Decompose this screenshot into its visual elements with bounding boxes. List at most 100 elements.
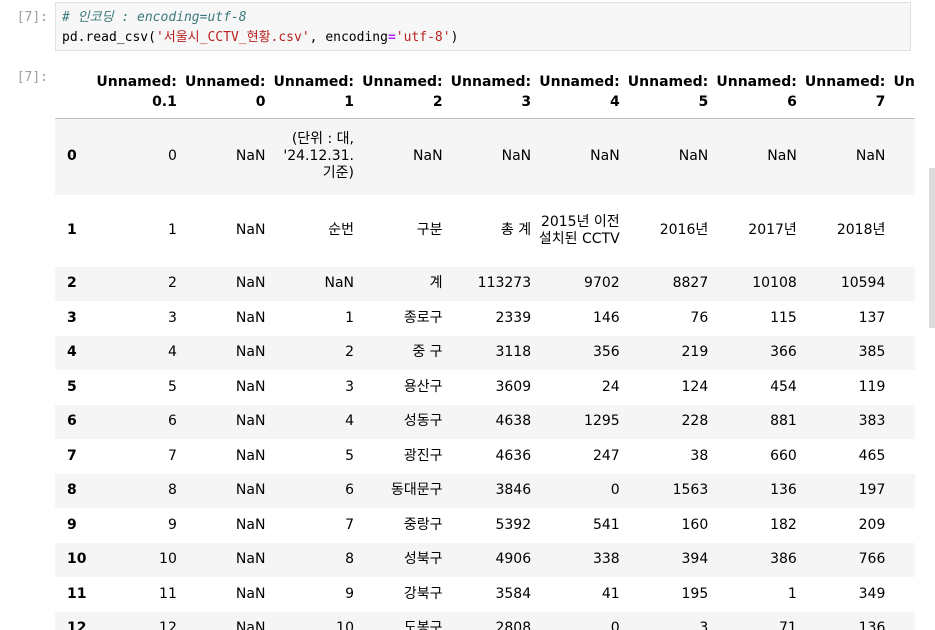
column-header: Unnamed: 1: [271, 58, 360, 119]
column-header-line: 7: [875, 94, 886, 110]
table-cell: NaN: [324, 275, 354, 292]
table-row: 2 2 NaN NaN 계 113273 9702 8827 10108 10594 12523: [55, 266, 915, 301]
table-cell: 3846: [495, 482, 532, 499]
table-cell: 3584: [495, 585, 532, 602]
column-header-line: 3: [521, 94, 532, 110]
table-cell: 9702: [584, 275, 620, 292]
table-cell: 순번: [328, 222, 354, 238]
vertical-scrollbar[interactable]: [929, 168, 935, 328]
code-cell-editor[interactable]: # 인코딩 : encoding=utf-8 pd.read_csv('서울시_…: [55, 2, 911, 51]
row-index: 5: [67, 378, 77, 395]
output-area[interactable]: Unnamed: 0.1 Unnamed: 0 Unnamed: 1 Unnamed: 2 Un…: [55, 58, 915, 630]
table-cell: 0: [891, 301, 915, 336]
table-cell: 6: [167, 413, 177, 430]
table-cell: 136: [858, 620, 886, 630]
table-cell: 10: [891, 508, 915, 543]
code-comment: # 인코딩 : encoding=utf-8: [62, 10, 247, 25]
code-paren-close: ): [450, 30, 459, 45]
column-header-line: 0: [255, 94, 266, 110]
table-cell: NaN: [235, 585, 266, 602]
table-cell: NaN: [235, 148, 266, 165]
table-cell: 1: [167, 222, 177, 238]
table-cell: 2018년: [836, 222, 886, 238]
table-cell: 115: [770, 309, 797, 326]
table-cell: 386: [770, 551, 797, 568]
table-cell: 76: [690, 309, 709, 326]
table-cell: NaN: [678, 148, 709, 165]
table-cell: 중랑구: [403, 516, 443, 533]
row-index: 10: [67, 551, 87, 568]
table-row: 8 8 NaN 6 동대문구 3846 0 1563 136 197 2: [55, 473, 915, 509]
table-cell: 4: [167, 344, 177, 361]
table-cell: 10: [159, 551, 177, 568]
code-string-arg: '서울시_CCTV_현황.csv': [155, 30, 310, 45]
table-cell: 용산구: [403, 378, 443, 395]
row-index: 2: [67, 275, 77, 292]
table-cell: 766: [858, 551, 886, 568]
table-cell: 2: [891, 474, 915, 509]
table-cell: 209: [858, 516, 886, 533]
column-header-line: Unnamed:: [273, 74, 354, 90]
table-cell: 1: [891, 612, 915, 630]
table-cell: 454: [770, 378, 797, 395]
output-prompt: [7]:: [16, 70, 48, 85]
table-cell: NaN: [235, 551, 266, 568]
table-row: 0 0 NaN (단위 : 대, '24.12.31. 기준) NaN NaN NaN NaN…: [55, 118, 915, 195]
table-cell: 137: [858, 309, 886, 326]
row-index: 4: [67, 344, 77, 361]
table-row: 6 6 NaN 4 성동구 4638 1295 228 881 383 4: [55, 404, 915, 439]
column-header: Unnamed: 7: [802, 58, 892, 119]
table-cell: 계: [429, 275, 443, 292]
table-cell: 3: [345, 378, 354, 395]
code-function: read_csv: [85, 30, 149, 45]
table-row: 3 3 NaN 1 종로구 2339 146 76 115 137 0: [55, 301, 915, 336]
table-cell: 총 계: [500, 222, 532, 238]
dataframe-body: 0 0 NaN (단위 : 대, '24.12.31. 기준) NaN NaN NaN NaN…: [55, 118, 915, 630]
table-cell: 113273: [477, 275, 532, 292]
table-cell: 2019년: [891, 195, 915, 267]
table-cell: 성북구: [403, 551, 443, 568]
table-cell: 24: [601, 378, 620, 395]
code-keyword: encoding: [325, 30, 388, 45]
table-row: 10 10 NaN 8 성북구 4906 338 394 386 766 6: [55, 542, 915, 577]
table-cell: 6: [345, 482, 354, 499]
table-cell: 349: [858, 585, 886, 602]
table-cell: 10108: [752, 275, 797, 292]
table-cell: 종로구: [403, 309, 443, 326]
table-cell: 7: [345, 516, 354, 533]
dataframe-table: Unnamed: 0.1 Unnamed: 0 Unnamed: 1 Unnamed: 2 Un…: [55, 58, 915, 630]
table-row: 9 9 NaN 7 중랑구 5392 541 160 182 209 10: [55, 508, 915, 543]
column-header: Unnamed: 6: [714, 58, 803, 119]
table-cell: 383: [858, 413, 886, 430]
code-keyword-value: 'utf-8': [395, 30, 451, 45]
table-cell: 2017년: [748, 222, 797, 238]
column-header: Unnamed: 2: [360, 58, 449, 119]
table-cell: 4: [345, 413, 354, 430]
table-cell: 1563: [672, 482, 709, 499]
table-cell: NaN: [767, 148, 797, 165]
table-cell: NaN: [855, 148, 886, 165]
table-cell: 3: [167, 309, 177, 326]
table-cell: 구분: [416, 222, 443, 238]
table-cell: 8: [167, 482, 177, 499]
column-header-line: Unnamed:: [450, 74, 532, 90]
table-cell: NaN: [235, 344, 266, 361]
table-cell: 2015년 이전 설치된 CCTV: [538, 213, 620, 247]
column-header: Unnamed: 5: [625, 58, 715, 119]
table-cell: NaN: [590, 148, 620, 165]
column-header-line: Unnamed:: [96, 74, 177, 90]
table-cell: NaN: [235, 447, 266, 464]
column-header-line: Unnamed:: [362, 74, 443, 90]
table-cell: 338: [592, 551, 620, 568]
table-cell: NaN: [235, 620, 266, 630]
column-header: Unnamed: 0.1: [94, 58, 183, 119]
table-cell: 2: [345, 344, 354, 361]
table-cell: 8: [345, 551, 354, 568]
code-equals: =: [387, 30, 396, 45]
index-header: [55, 58, 95, 119]
table-cell: NaN: [235, 222, 266, 238]
column-header: Unnamed: 4: [537, 58, 626, 119]
table-cell: 197: [858, 482, 886, 499]
table-cell: 동대문구: [391, 482, 443, 499]
table-cell: 541: [592, 516, 620, 533]
